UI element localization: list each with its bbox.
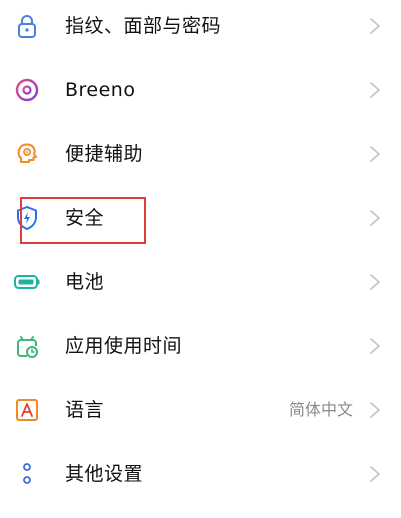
clock-icon xyxy=(13,332,41,360)
battery-icon xyxy=(13,268,41,296)
chevron-right-icon xyxy=(368,144,382,164)
language-icon xyxy=(13,396,41,424)
current-language-value: 简体中文 xyxy=(288,400,353,419)
lock-icon xyxy=(13,12,41,40)
settings-item-language[interactable]: 语言 简体中文 xyxy=(0,378,401,442)
settings-item-label: 应用使用时间 xyxy=(65,335,183,357)
settings-item-label: 指纹、面部与密码 xyxy=(65,15,222,37)
settings-item-security[interactable]: 安全 xyxy=(0,186,401,250)
settings-item-convenience-assist[interactable]: 便捷辅助 xyxy=(0,122,401,186)
settings-item-label: 其他设置 xyxy=(65,463,144,485)
settings-item-label: 电池 xyxy=(65,271,105,293)
settings-item-label: Breeno xyxy=(65,79,136,101)
settings-item-label: 语言 xyxy=(65,399,105,421)
chevron-right-icon xyxy=(368,272,382,292)
chevron-right-icon xyxy=(368,336,382,356)
chevron-right-icon xyxy=(368,80,382,100)
chevron-right-icon xyxy=(368,208,382,228)
settings-item-app-usage-time[interactable]: 应用使用时间 xyxy=(0,314,401,378)
chevron-right-icon xyxy=(368,400,382,420)
settings-item-breeno[interactable]: Breeno xyxy=(0,58,401,122)
assist-head-icon xyxy=(13,140,41,168)
breeno-icon xyxy=(13,76,41,104)
settings-item-other-settings[interactable]: 其他设置 xyxy=(0,442,401,506)
chevron-right-icon xyxy=(368,464,382,484)
settings-item-label: 安全 xyxy=(65,207,105,229)
settings-item-battery[interactable]: 电池 xyxy=(0,250,401,314)
more-dots-icon xyxy=(13,460,41,488)
settings-item-fingerprint-face-password[interactable]: 指纹、面部与密码 xyxy=(0,0,401,58)
settings-item-label: 便捷辅助 xyxy=(65,143,144,165)
chevron-right-icon xyxy=(368,16,382,36)
shield-icon xyxy=(13,204,41,232)
